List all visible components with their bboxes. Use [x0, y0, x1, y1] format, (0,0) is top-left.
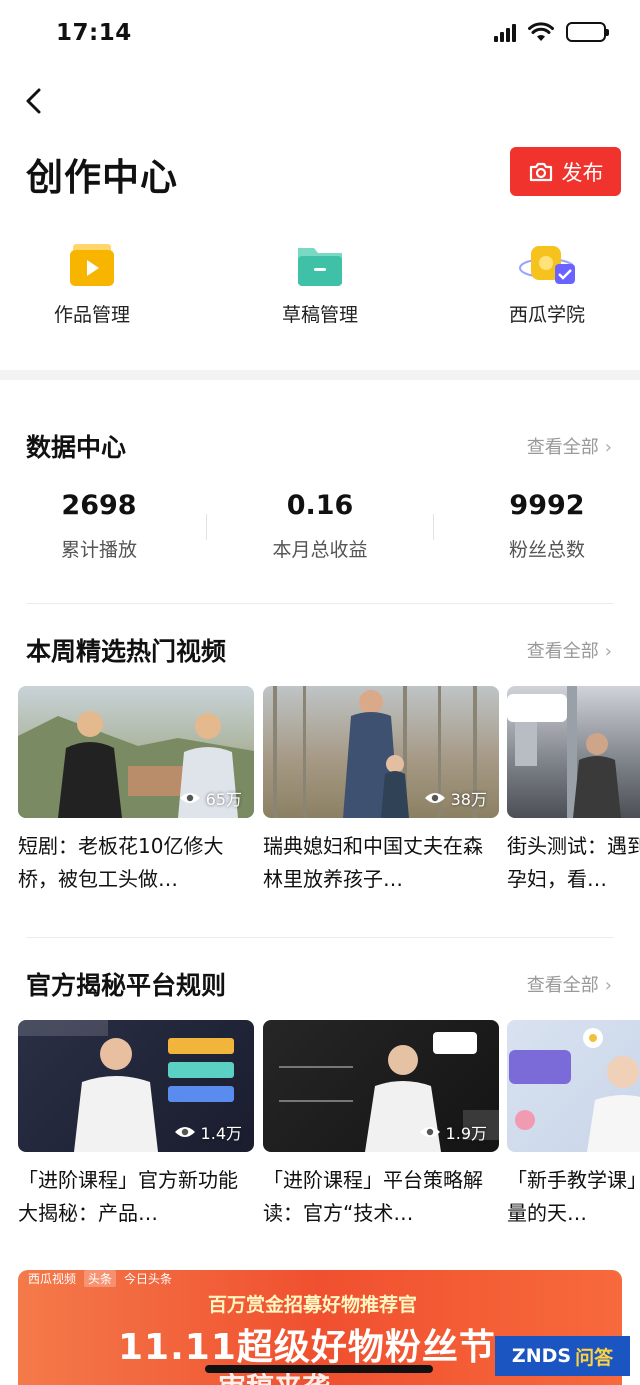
video-card[interactable]: 65万 短剧：老板花10亿修大桥，被包工头做… [18, 686, 254, 896]
official-rules-see-all[interactable]: 查看全部 › [527, 971, 612, 997]
stat-monthly-income[interactable]: 0.16 本月总收益 [220, 490, 420, 562]
status-bar: 17:14 [0, 0, 640, 66]
quick-entries: 作品管理 草稿管理 西瓜学院 [0, 240, 640, 340]
publish-button[interactable]: 发布 [510, 147, 621, 196]
data-center-see-all[interactable]: 查看全部 › [527, 433, 612, 459]
chevron-right-icon: › [604, 437, 612, 458]
banner-brand-name: 西瓜视频 [28, 1272, 77, 1286]
view-count-text: 1.9万 [445, 1124, 487, 1143]
stat-separator [206, 514, 207, 540]
battery-icon [566, 22, 609, 42]
stat-value: 9992 [509, 490, 585, 521]
video-card[interactable]: 1.4万 「进阶课程」官方新功能大揭秘：产品… [18, 1020, 254, 1230]
banner-brand: 西瓜视频 头条 今日头条 [28, 1270, 172, 1287]
video-title: 「新手教学课」提升播放量的天… [507, 1168, 640, 1225]
entry-academy[interactable]: 西瓜学院 [472, 240, 622, 327]
video-title: 街头测试：遇到让座子的孕妇，看… [507, 834, 640, 891]
banner-brand-tag: 头条 [84, 1270, 117, 1287]
see-all-label: 查看全部 [526, 975, 599, 996]
divider [26, 603, 614, 604]
entry-label: 草稿管理 [281, 304, 358, 326]
view-count-text: 1.4万 [200, 1124, 242, 1143]
stat-label: 本月总收益 [272, 539, 368, 561]
eye-icon [424, 793, 445, 803]
video-title: 短剧：老板花10亿修大桥，被包工头做… [18, 834, 224, 891]
video-thumbnail [507, 1020, 640, 1152]
video-thumbnail: 38万 [263, 686, 499, 818]
entry-works-management[interactable]: 作品管理 [17, 240, 167, 327]
thumbnail-scene [507, 686, 621, 818]
banner-headline: 11.11超级好物粉丝节 [118, 1327, 496, 1368]
status-icons [494, 22, 609, 42]
entry-label: 西瓜学院 [508, 304, 585, 326]
stat-value: 0.16 [286, 490, 354, 521]
home-indicator[interactable] [205, 1365, 433, 1373]
video-thumbnail: 1.4万 [18, 1020, 254, 1152]
stat-value: 2698 [61, 490, 137, 521]
view-count: 1.9万 [419, 1120, 487, 1144]
academy-icon [519, 246, 575, 284]
hot-videos-see-all[interactable]: 查看全部 › [527, 637, 612, 663]
camera-icon [529, 162, 552, 181]
folder-icon [298, 248, 342, 286]
eye-icon [179, 793, 200, 803]
official-rules-row: 1.4万 「进阶课程」官方新功能大揭秘：产品… 1.9万 「进阶课程」平台策略解… [18, 1020, 640, 1230]
video-thumbnail [507, 686, 640, 818]
watermark-b: 问答 [575, 1346, 614, 1369]
data-center-title: 数据中心 [26, 433, 127, 462]
status-time: 17:14 [56, 20, 132, 46]
page-title: 创作中心 [26, 156, 178, 199]
hot-videos-row: 65万 短剧：老板花10亿修大桥，被包工头做… 38万 瑞典媳妇和中国丈夫在森林… [18, 686, 640, 896]
see-all-label: 查看全部 [526, 437, 599, 458]
banner-subtitle: 百万赏金招募好物推荐官 [208, 1294, 418, 1316]
publish-label: 发布 [561, 160, 604, 185]
watermark-a: ZNDS [511, 1345, 572, 1367]
section-divider [0, 370, 640, 380]
view-count-text: 38万 [450, 790, 487, 809]
chevron-right-icon: › [604, 975, 612, 996]
stat-label: 累计播放 [60, 539, 137, 561]
video-card[interactable]: 38万 瑞典媳妇和中国丈夫在森林里放养孩子… [263, 686, 499, 896]
stat-label: 粉丝总数 [508, 539, 585, 561]
view-count: 65万 [179, 786, 242, 810]
video-title: 瑞典媳妇和中国丈夫在森林里放养孩子… [263, 834, 483, 891]
video-thumbnail: 1.9万 [263, 1020, 499, 1152]
video-card[interactable]: 街头测试：遇到让座子的孕妇，看… [507, 686, 640, 896]
view-count: 1.4万 [174, 1120, 242, 1144]
stat-total-plays[interactable]: 2698 累计播放 [0, 490, 199, 562]
see-all-label: 查看全部 [526, 641, 599, 662]
banner-brand2: 今日头条 [124, 1272, 173, 1286]
chevron-right-icon: › [604, 641, 612, 662]
hot-videos-title: 本周精选热门视频 [26, 637, 227, 666]
video-card[interactable]: 「新手教学课」提升播放量的天… [507, 1020, 640, 1230]
stat-separator [433, 514, 434, 540]
entry-drafts-management[interactable]: 草稿管理 [245, 240, 395, 327]
watermark-logo: ZNDS 问答 [495, 1336, 630, 1376]
cellular-signal-icon [494, 22, 516, 42]
video-title: 「进阶课程」平台策略解读：官方“技术… [263, 1168, 483, 1225]
view-count-text: 65万 [205, 790, 242, 809]
entry-label: 作品管理 [53, 304, 130, 326]
eye-icon [419, 1127, 440, 1137]
video-thumbnail: 65万 [18, 686, 254, 818]
play-folder-icon [70, 244, 114, 286]
official-rules-title: 官方揭秘平台规则 [26, 971, 227, 1000]
wifi-icon [528, 22, 554, 41]
eye-icon [174, 1127, 195, 1137]
video-card[interactable]: 1.9万 「进阶课程」平台策略解读：官方“技术… [263, 1020, 499, 1230]
back-arrow-icon[interactable] [20, 86, 50, 116]
thumbnail-scene [509, 1028, 640, 1152]
divider [26, 937, 614, 938]
stat-total-fans[interactable]: 9992 粉丝总数 [447, 490, 640, 562]
video-title: 「进阶课程」官方新功能大揭秘：产品… [18, 1168, 238, 1225]
view-count: 38万 [424, 786, 487, 810]
